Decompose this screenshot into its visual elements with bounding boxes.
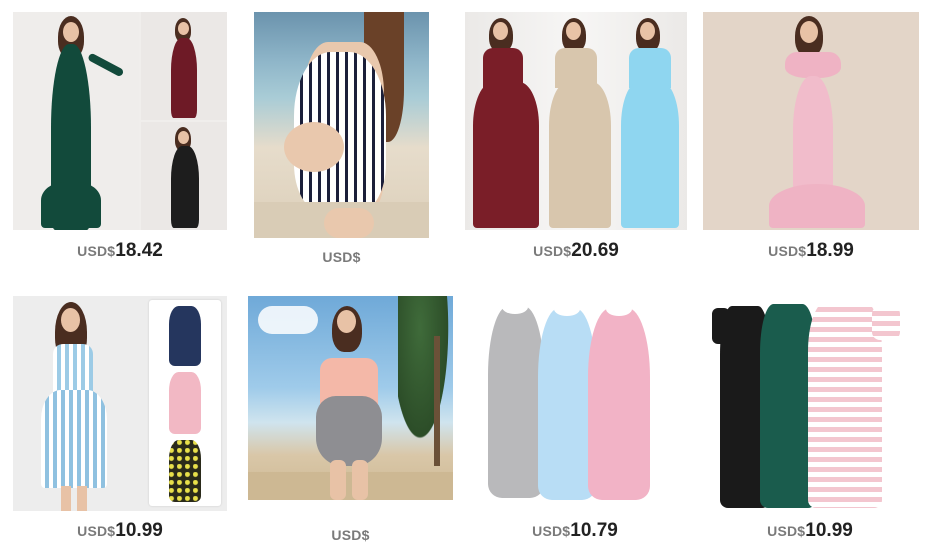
variant-pink[interactable] (169, 372, 201, 434)
product-card[interactable]: USD$10.79 (480, 296, 670, 546)
price-currency: USD$ (77, 243, 116, 259)
product-image[interactable] (13, 296, 227, 511)
product-price: USD$18.42 (13, 240, 227, 262)
product-price: USD$10.99 (712, 520, 908, 542)
product-price: USD$ (248, 524, 453, 546)
price-amount: 10.99 (805, 520, 853, 541)
product-image[interactable] (254, 12, 429, 238)
price-currency: USD$ (767, 523, 806, 539)
price-amount: 18.42 (115, 240, 163, 261)
price-amount: 10.79 (570, 520, 618, 541)
product-card[interactable]: USD$18.99 (703, 12, 919, 267)
price-currency: USD$ (768, 243, 807, 259)
product-price: USD$20.69 (465, 240, 687, 262)
product-image[interactable] (480, 296, 670, 506)
product-image[interactable] (703, 12, 919, 230)
color-variants-panel (149, 300, 221, 506)
price-amount: 18.99 (806, 240, 854, 261)
price-currency: USD$ (77, 523, 116, 539)
product-image[interactable] (13, 12, 227, 230)
price-currency: USD$ (532, 523, 571, 539)
price-amount: 10.99 (115, 520, 163, 541)
product-price: USD$10.99 (13, 520, 227, 542)
product-card[interactable]: USD$10.99 (13, 296, 227, 546)
product-card[interactable]: USD$18.42 (13, 12, 227, 267)
product-image[interactable] (248, 296, 453, 500)
variant-floral[interactable] (169, 440, 201, 502)
price-currency: USD$ (322, 249, 361, 265)
product-price: USD$10.79 (480, 520, 670, 542)
price-currency: USD$ (331, 527, 370, 543)
variant-navy[interactable] (169, 306, 201, 366)
product-card[interactable]: USD$10.99 (712, 296, 908, 546)
price-currency: USD$ (533, 243, 572, 259)
product-card[interactable]: USD$20.69 (465, 12, 687, 267)
product-card[interactable]: USD$ (248, 296, 453, 546)
product-price: USD$ (254, 246, 429, 268)
product-price: USD$18.99 (703, 240, 919, 262)
product-image[interactable] (712, 296, 908, 510)
product-card[interactable]: USD$ (254, 12, 429, 267)
price-amount: 20.69 (571, 240, 619, 261)
product-image[interactable] (465, 12, 687, 230)
